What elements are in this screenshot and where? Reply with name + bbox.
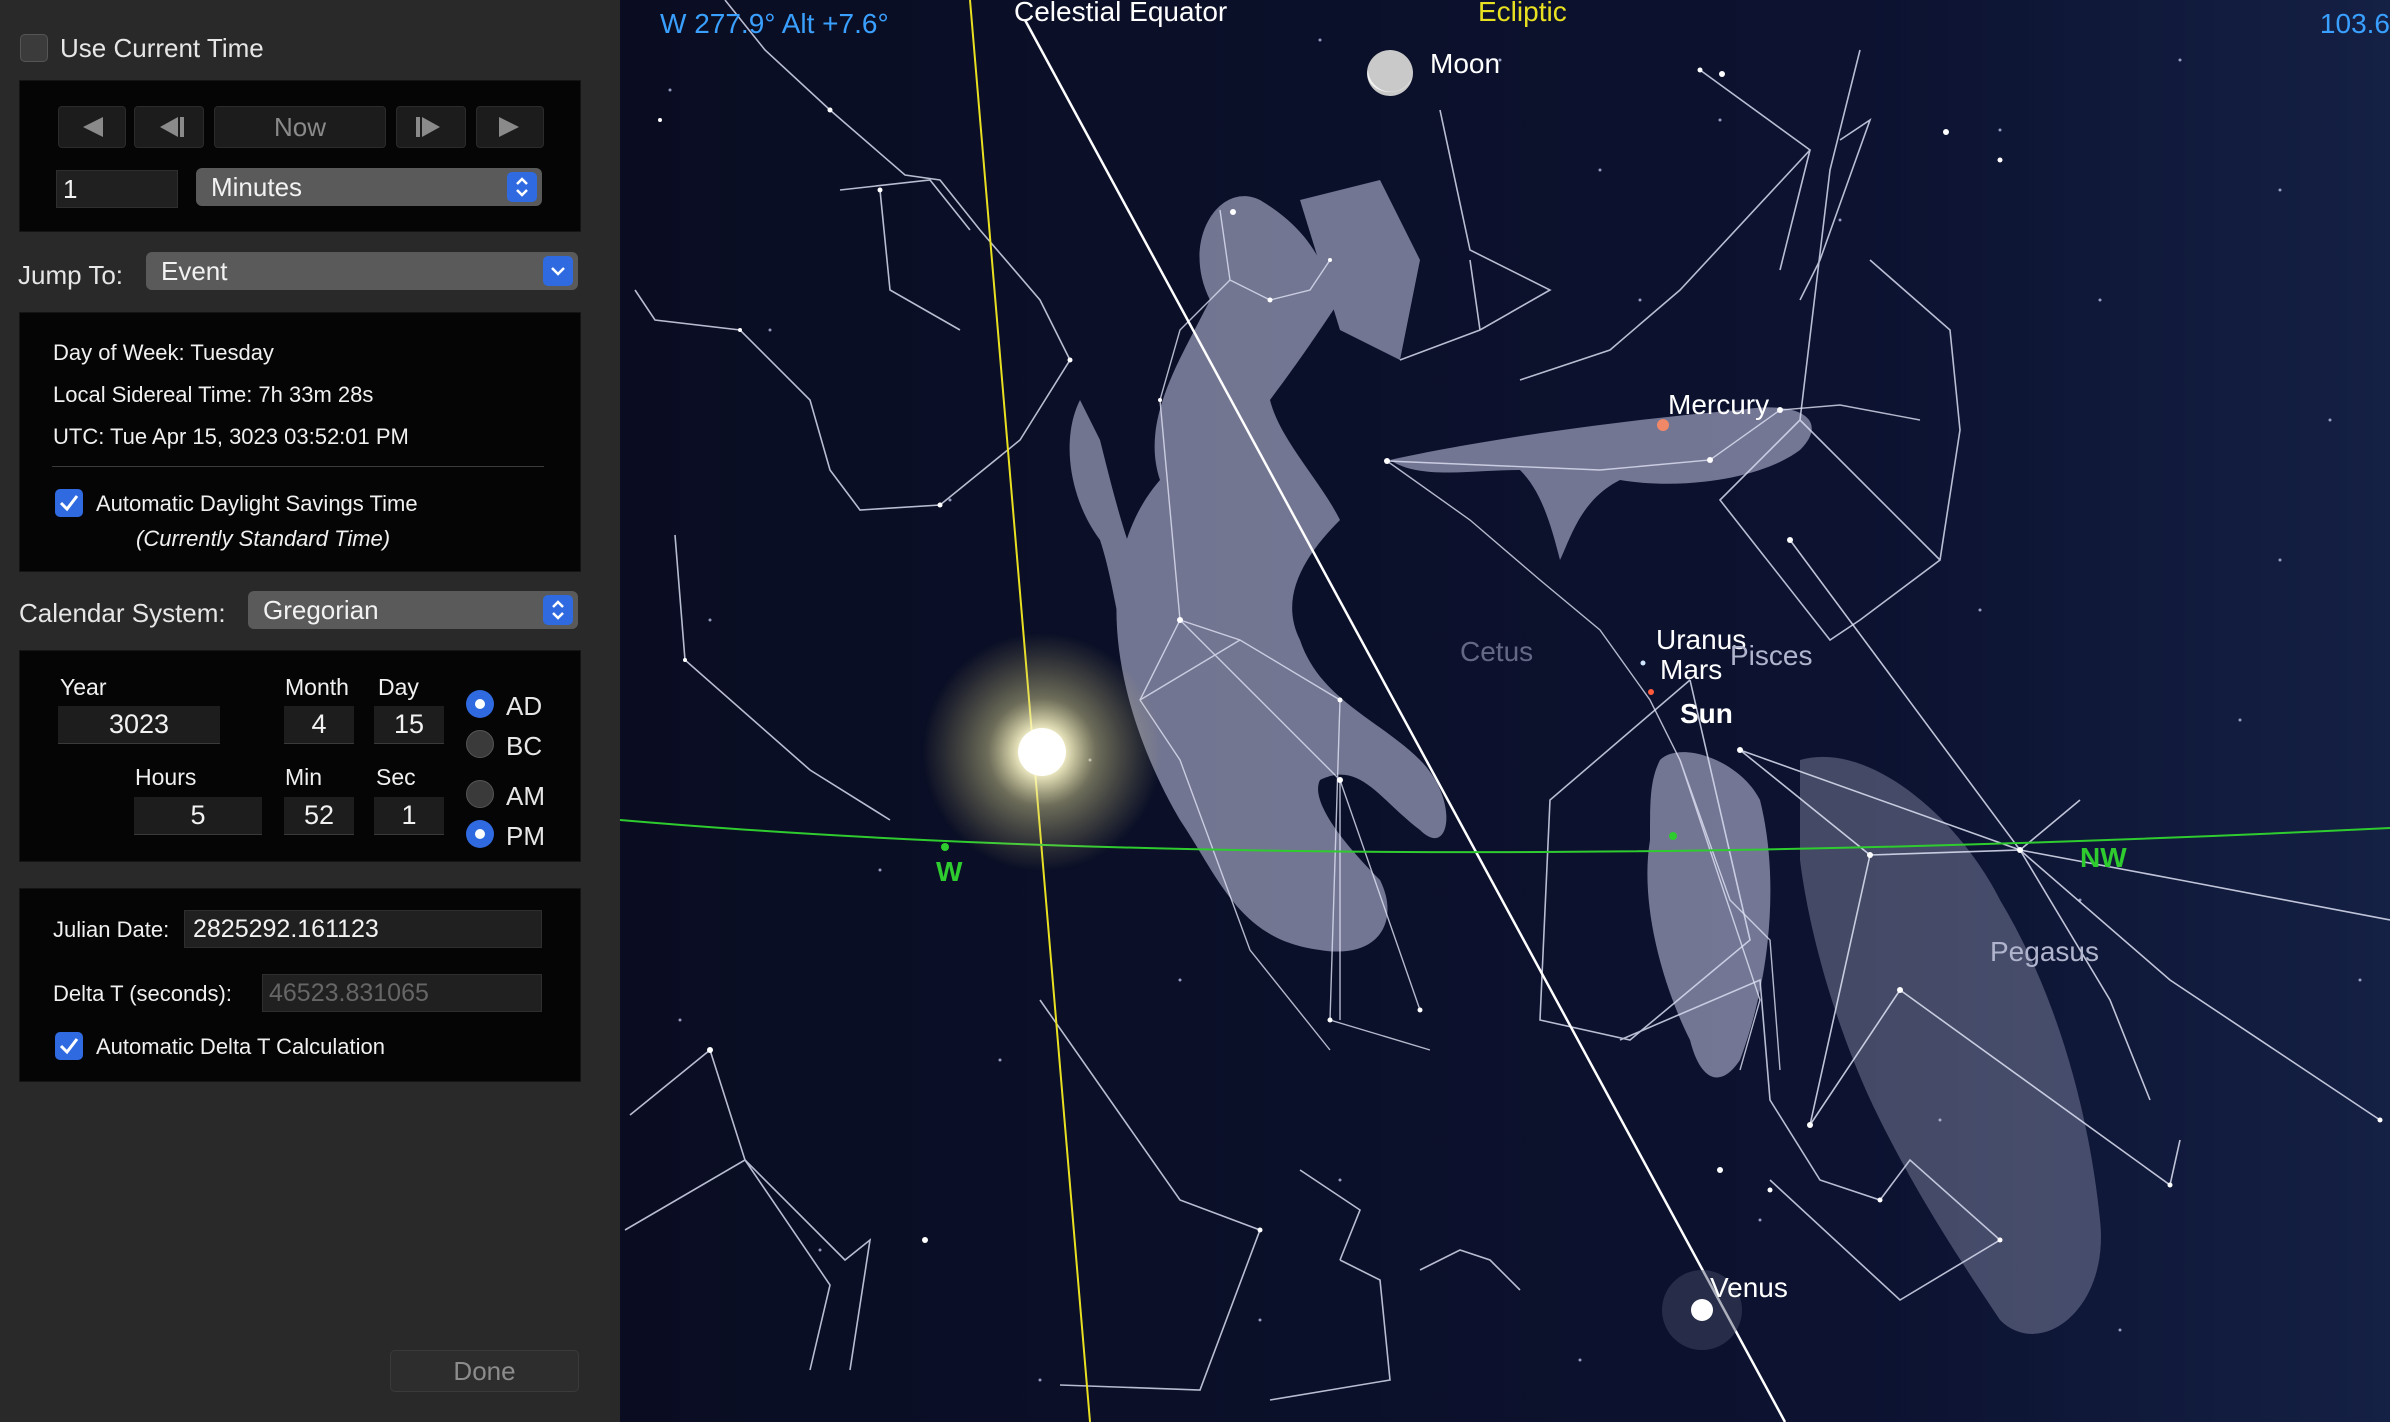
pm-label: PM: [506, 821, 545, 851]
time-settings-panel: Use Current Time Now 1 Minutes Jump To: …: [0, 0, 620, 1422]
mercury-label: Mercury: [1668, 389, 1770, 420]
field-of-view: 103.6: [2319, 8, 2390, 39]
minutes-input[interactable]: 52: [284, 797, 354, 835]
am-label: AM: [506, 781, 545, 811]
jump-to-label: Jump To:: [18, 260, 124, 290]
celestial-equator-label: Celestial Equator: [1014, 0, 1228, 27]
bc-radio[interactable]: [466, 730, 494, 758]
julian-date-label: Julian Date:: [53, 917, 170, 942]
step-back-icon: [160, 117, 184, 137]
venus-label: Venus: [1710, 1272, 1788, 1303]
mars-label: Mars: [1660, 654, 1723, 685]
am-radio[interactable]: [466, 780, 494, 808]
calendar-system-value: Gregorian: [263, 594, 379, 625]
sky-view[interactable]: W 277.9° Alt +7.6° 103.6 Celestial Equat…: [620, 0, 2390, 1422]
daylight-savings-checkbox[interactable]: [55, 489, 83, 517]
seconds-input[interactable]: 1: [374, 797, 444, 835]
day-input[interactable]: 15: [374, 706, 444, 744]
local-sidereal-time: Local Sidereal Time: 7h 33m 28s: [53, 382, 374, 407]
checkmark-icon: [59, 495, 79, 512]
step-back-button[interactable]: [134, 106, 204, 148]
checkmark-icon: [59, 1038, 79, 1055]
sky-chart: [620, 0, 2390, 1422]
rewind-icon: [83, 117, 103, 137]
ad-label: AD: [506, 691, 543, 721]
ecliptic-label: Ecliptic: [1478, 0, 1567, 27]
day-label: Day: [378, 674, 419, 700]
now-button[interactable]: Now: [214, 106, 386, 148]
pisces-label: Pisces: [1730, 640, 1813, 671]
step-unit-select[interactable]: Minutes: [196, 168, 542, 206]
up-down-chevron-icon: [543, 595, 573, 625]
now-label: Now: [273, 111, 326, 142]
moon[interactable]: [1367, 50, 1413, 96]
step-forward-icon: [416, 117, 440, 137]
delta-t-value: 46523.831065: [269, 978, 429, 1007]
min-label: Min: [285, 764, 323, 790]
calendar-system-select[interactable]: Gregorian: [248, 591, 578, 629]
northwest-label: NW: [2080, 842, 2127, 873]
west-label: W: [936, 856, 963, 887]
divider: [52, 466, 544, 467]
play-icon: [499, 117, 519, 137]
year-input[interactable]: 3023: [58, 706, 220, 744]
hours-label: Hours: [135, 764, 197, 790]
done-button[interactable]: Done: [390, 1350, 579, 1392]
cetus-label: Cetus: [1460, 636, 1534, 667]
uranus[interactable]: [1640, 660, 1646, 666]
sun[interactable]: [1018, 728, 1066, 776]
up-down-chevron-icon: [507, 172, 537, 202]
julian-date-input[interactable]: 2825292.161123: [184, 910, 542, 948]
utc-time: UTC: Tue Apr 15, 3023 03:52:01 PM: [53, 424, 409, 449]
bc-label: BC: [506, 731, 543, 761]
rewind-button[interactable]: [58, 106, 126, 148]
pegasus-label: Pegasus: [1990, 936, 2099, 967]
step-amount-value: 1: [63, 173, 78, 204]
day-of-week: Day of Week: Tuesday: [53, 340, 274, 365]
play-button[interactable]: [476, 106, 544, 148]
jump-to-select[interactable]: Event: [146, 252, 578, 290]
delta-t-input: 46523.831065: [262, 974, 542, 1012]
month-input[interactable]: 4: [284, 706, 354, 744]
calendar-system-label: Calendar System:: [19, 598, 226, 628]
auto-delta-t-checkbox[interactable]: [55, 1032, 83, 1060]
daylight-savings-note: (Currently Standard Time): [136, 526, 391, 551]
auto-delta-t-label: Automatic Delta T Calculation: [96, 1034, 385, 1059]
delta-t-label: Delta T (seconds):: [53, 981, 232, 1006]
step-unit-value: Minutes: [211, 171, 303, 202]
use-current-time-label: Use Current Time: [60, 33, 264, 63]
moon-label: Moon: [1430, 48, 1501, 79]
year-label: Year: [60, 674, 107, 700]
done-label: Done: [453, 1355, 516, 1386]
step-forward-button[interactable]: [396, 106, 466, 148]
view-coordinates: W 277.9° Alt +7.6°: [660, 8, 889, 39]
west-marker: [941, 843, 949, 851]
chevron-down-icon: [543, 256, 573, 286]
hours-input[interactable]: 5: [134, 797, 262, 835]
ad-radio[interactable]: [466, 690, 494, 718]
time-navigation-box: [19, 80, 581, 232]
jump-to-value: Event: [161, 255, 228, 286]
month-label: Month: [285, 674, 349, 700]
northwest-marker: [1669, 832, 1677, 840]
pm-radio[interactable]: [466, 820, 494, 848]
mars[interactable]: [1648, 689, 1654, 695]
daylight-savings-label: Automatic Daylight Savings Time: [96, 491, 418, 516]
julian-date-value: 2825292.161123: [193, 914, 379, 943]
sec-label: Sec: [376, 764, 416, 790]
use-current-time-checkbox[interactable]: [20, 34, 48, 62]
sun-label: Sun: [1680, 698, 1733, 729]
step-amount-input[interactable]: 1: [56, 170, 178, 208]
